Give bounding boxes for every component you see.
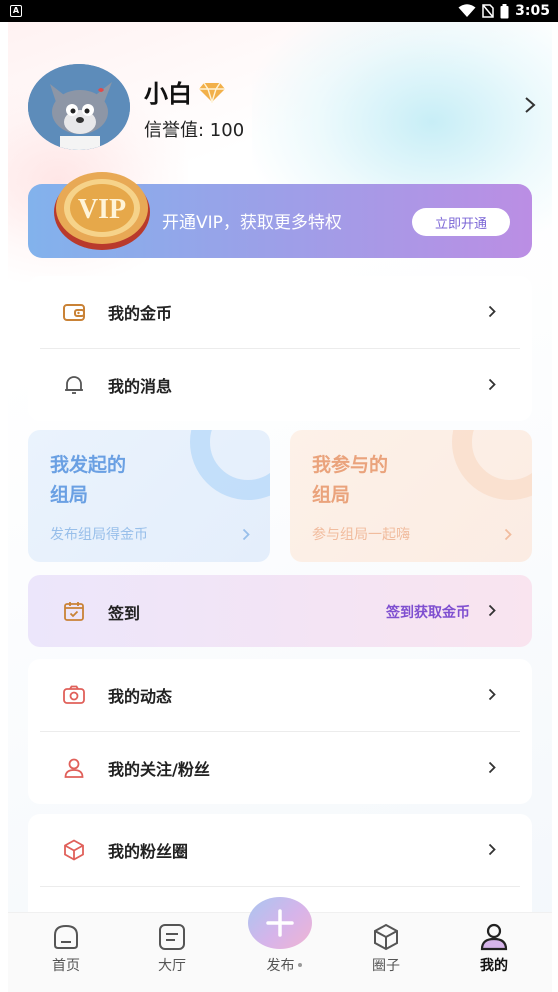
- person-icon: [64, 758, 84, 778]
- cube-icon: [374, 923, 398, 951]
- profile-page: 小白 信誉值: 100 VIP 开通VIP，获取更多特权 立即开通 我的金币 我…: [8, 22, 552, 992]
- chevron-right-icon: [488, 761, 496, 774]
- diamond-icon: [199, 82, 225, 103]
- tile-title-line1: 我参与的: [312, 454, 389, 476]
- chevron-right-icon: [242, 528, 250, 541]
- list-icon: [159, 924, 185, 950]
- avatar[interactable]: [28, 64, 130, 150]
- no-sim-icon: [482, 4, 494, 18]
- chevron-right-icon: [504, 528, 512, 541]
- tile-title-line2: 组局: [50, 484, 89, 506]
- camera-icon: [63, 685, 85, 704]
- tile-title-line2: 组局: [312, 484, 351, 506]
- divider: [40, 886, 520, 887]
- tile-title-line1: 我发起的: [50, 454, 127, 476]
- menu-item-label: 我的金币: [108, 304, 173, 323]
- person-icon: [480, 923, 508, 951]
- menu-item-posts[interactable]: 我的动态: [28, 659, 532, 731]
- nav-circle[interactable]: 圈子: [346, 923, 426, 975]
- sign-in-reward-link[interactable]: 签到获取金币: [386, 602, 470, 622]
- wifi-icon: [458, 4, 476, 17]
- decorative-ring: [190, 430, 270, 500]
- username-text: 小白: [144, 80, 192, 108]
- menu-item-following-fans[interactable]: 我的关注/粉丝: [28, 732, 532, 804]
- home-icon: [54, 924, 78, 949]
- menu-item-label: 我的动态: [108, 687, 173, 706]
- activate-vip-button[interactable]: 立即开通: [412, 208, 510, 236]
- menu-item-label: 我的粉丝圈: [108, 842, 189, 861]
- username: 小白: [144, 74, 226, 109]
- bottom-nav: 首页 大厅 发布 圈子 我的: [8, 897, 552, 992]
- tile-title: 我参与的 组局: [312, 450, 388, 510]
- nav-hall[interactable]: 大厅: [132, 923, 212, 975]
- vip-coin-label: VIP: [78, 194, 126, 225]
- decorative-ring: [452, 430, 532, 500]
- vip-coin-icon: VIP: [54, 172, 150, 250]
- sign-in-row[interactable]: 签到 签到获取金币: [28, 575, 532, 647]
- dot-indicator: [297, 963, 302, 967]
- chevron-right-icon: [488, 688, 496, 701]
- tile-subtitle: 发布组局得金币: [50, 527, 148, 543]
- menu-card-mid: 我的动态 我的关注/粉丝: [28, 659, 532, 804]
- chevron-right-icon: [488, 378, 496, 391]
- nav-label: 首页: [52, 958, 80, 974]
- cat-avatar-illustration: [28, 64, 130, 150]
- nav-home[interactable]: 首页: [26, 923, 106, 975]
- chevron-right-icon[interactable]: [524, 96, 536, 114]
- initiated-groups-tile[interactable]: 我发起的 组局 发布组局得金币: [28, 430, 270, 562]
- battery-icon: [500, 3, 509, 18]
- chevron-right-icon: [488, 843, 496, 856]
- reputation-value: 信誉值: 100: [144, 120, 245, 141]
- tile-title: 我发起的 组局: [50, 450, 126, 510]
- nav-label: 发布: [266, 958, 295, 974]
- nav-label: 大厅: [158, 958, 186, 974]
- clock: 3:05: [515, 3, 550, 19]
- publish-button[interactable]: [248, 897, 312, 949]
- menu-item-fan-circle[interactable]: 我的粉丝圈: [28, 814, 532, 886]
- sign-in-label: 签到: [108, 604, 141, 623]
- vip-banner[interactable]: VIP 开通VIP，获取更多特权 立即开通: [28, 172, 532, 258]
- app-badge-icon: A: [10, 5, 22, 17]
- wallet-icon: [63, 304, 85, 321]
- profile-header[interactable]: 小白 信誉值: 100: [28, 64, 538, 150]
- menu-item-label: 我的关注/粉丝: [108, 760, 210, 779]
- plus-icon: [266, 909, 294, 937]
- menu-item-messages[interactable]: 我的消息: [28, 349, 532, 421]
- nav-label: 圈子: [372, 958, 400, 974]
- calendar-check-icon: [64, 602, 84, 621]
- nav-publish-label[interactable]: 发布: [252, 955, 316, 975]
- bell-icon: [65, 376, 83, 394]
- cube-icon: [64, 839, 84, 861]
- chevron-right-icon: [488, 305, 496, 318]
- tile-subtitle: 参与组局一起嗨: [312, 527, 410, 543]
- menu-item-label: 我的消息: [108, 377, 173, 396]
- chevron-right-icon: [488, 604, 496, 617]
- menu-card-top: 我的金币 我的消息: [28, 276, 532, 421]
- nav-label: 我的: [480, 958, 508, 974]
- vip-promo-text: 开通VIP，获取更多特权: [162, 213, 342, 233]
- joined-groups-tile[interactable]: 我参与的 组局 参与组局一起嗨: [290, 430, 532, 562]
- menu-item-coins[interactable]: 我的金币: [28, 276, 532, 348]
- nav-mine[interactable]: 我的: [454, 923, 534, 975]
- status-bar: A 3:05: [0, 0, 558, 22]
